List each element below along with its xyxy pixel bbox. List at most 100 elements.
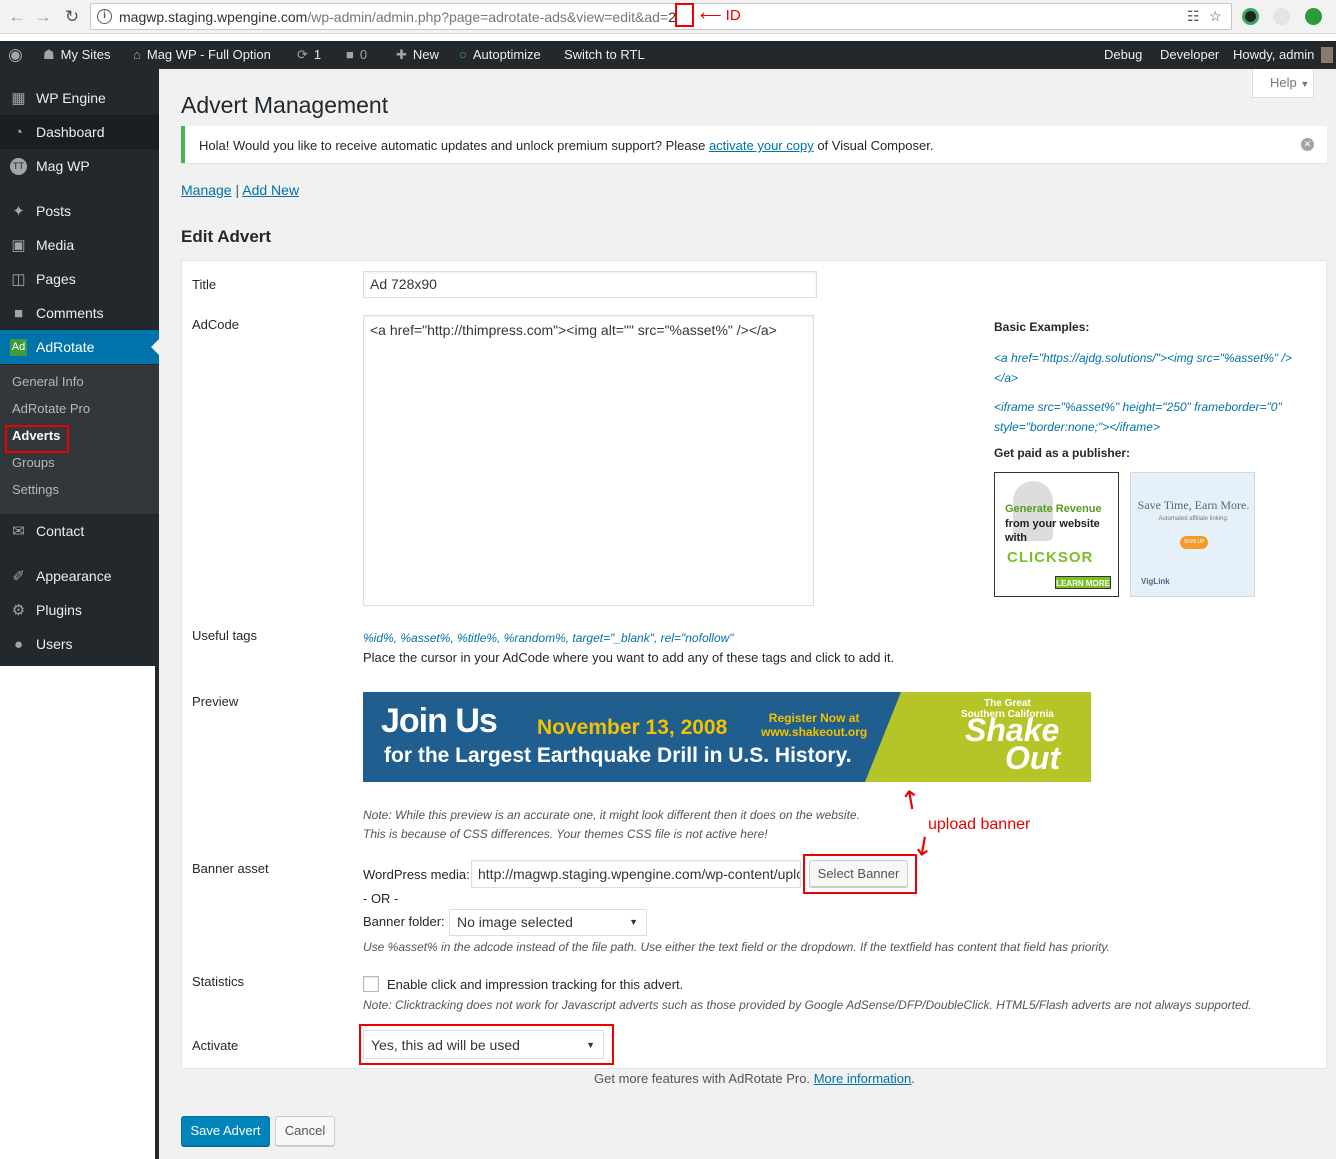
or-separator: - OR - bbox=[363, 891, 399, 906]
viglink-ad[interactable]: Save Time, Earn More. Automated affiliat… bbox=[1130, 472, 1255, 597]
get-paid-heading: Get paid as a publisher: bbox=[994, 446, 1131, 460]
activate-link[interactable]: activate your copy bbox=[709, 138, 814, 153]
plug-icon: ⚙ bbox=[11, 602, 26, 619]
useful-tags-label: Useful tags bbox=[192, 628, 258, 643]
cancel-button[interactable]: Cancel bbox=[275, 1116, 335, 1146]
sidebar-item-adrotate[interactable]: Ad AdRotate bbox=[0, 330, 159, 364]
example-code-2[interactable]: <iframe src="%asset%" height="250" frame… bbox=[994, 397, 1310, 437]
banner-folder-label: Banner folder: bbox=[363, 914, 445, 929]
debug-menu[interactable]: Debug bbox=[1104, 41, 1142, 69]
switch-rtl-link[interactable]: Switch to RTL bbox=[564, 41, 645, 69]
dashboard-icon: ◔ bbox=[13, 124, 24, 141]
sidebar-item-users[interactable]: ● Users bbox=[0, 627, 159, 661]
id-annotation: ⟵ ID bbox=[700, 7, 741, 24]
basic-examples-heading: Basic Examples: bbox=[994, 320, 1090, 334]
sidebar-item-wp-engine[interactable]: ▦ WP Engine bbox=[0, 81, 159, 115]
active-indicator-arrow bbox=[151, 339, 159, 355]
help-tab-button[interactable]: Help ▼ bbox=[1252, 69, 1314, 98]
browser-toolbar: ← → ↻ i magwp.staging.wpengine.com/wp-ad… bbox=[0, 0, 1336, 34]
wp-media-input[interactable]: http://magwp.staging.wpengine.com/wp-con… bbox=[471, 860, 801, 888]
sidebar-item-media[interactable]: ▣ Media bbox=[0, 228, 159, 262]
sidebar-item-contact[interactable]: ✉ Contact bbox=[0, 514, 159, 548]
updates-icon: ⟳ bbox=[297, 47, 308, 62]
updates-menu[interactable]: ⟳ 1 bbox=[297, 41, 321, 69]
banner-asset-label: Banner asset bbox=[192, 861, 269, 876]
clover-extension-icon[interactable] bbox=[1305, 8, 1322, 25]
title-label: Title bbox=[192, 277, 217, 292]
tracking-checkbox-label[interactable]: Enable click and impression tracking for… bbox=[387, 977, 683, 992]
comment-icon: ■ bbox=[13, 305, 24, 322]
submenu-settings[interactable]: Settings bbox=[12, 482, 59, 497]
autoptimize-menu[interactable]: ○ Autoptimize bbox=[459, 41, 541, 69]
extension-icon[interactable] bbox=[1242, 8, 1259, 25]
grid-icon: ▦ bbox=[11, 90, 26, 107]
useful-tags-list[interactable]: %id%, %asset%, %title%, %random%, target… bbox=[363, 631, 734, 645]
site-name-menu[interactable]: ⌂ Mag WP - Full Option bbox=[133, 41, 271, 69]
banner-folder-select[interactable]: No image selected ▼ bbox=[449, 909, 647, 936]
magwp-icon: TT bbox=[10, 158, 27, 175]
example-code-1[interactable]: <a href="https://ajdg.solutions/"><img s… bbox=[994, 348, 1310, 388]
media-icon: ▣ bbox=[11, 237, 26, 254]
plus-icon: ✚ bbox=[396, 47, 407, 62]
new-content-menu[interactable]: ✚ New bbox=[396, 41, 439, 69]
user-menu[interactable]: Howdy, admin bbox=[1233, 41, 1314, 69]
clicksor-ad[interactable]: Generate Revenue from your website with … bbox=[994, 472, 1119, 597]
extension-icon[interactable] bbox=[1273, 8, 1290, 25]
status-circle-icon: ○ bbox=[459, 47, 467, 62]
more-information-link[interactable]: More information bbox=[814, 1071, 912, 1086]
comments-menu[interactable]: ■ 0 bbox=[346, 41, 367, 69]
useful-tags-help: Place the cursor in your AdCode where yo… bbox=[363, 650, 895, 665]
brush-icon: ✐ bbox=[12, 568, 25, 585]
adcode-textarea[interactable]: <a href="http://thimpress.com"><img alt=… bbox=[363, 315, 814, 606]
sites-icon: ☗ bbox=[43, 47, 55, 62]
forward-arrow-icon[interactable]: → bbox=[32, 6, 54, 28]
dismiss-icon[interactable]: ✕ bbox=[1301, 138, 1314, 151]
preview-label: Preview bbox=[192, 694, 239, 709]
sidebar-item-mag-wp[interactable]: TT Mag WP bbox=[0, 149, 159, 183]
activate-highlight-box bbox=[359, 1024, 614, 1065]
id-highlight-box bbox=[675, 3, 694, 27]
tracking-note: Note: Clicktracking does not work for Ja… bbox=[363, 998, 1252, 1012]
back-arrow-icon[interactable]: ← bbox=[6, 6, 28, 28]
sidebar-item-pages[interactable]: ◫ Pages bbox=[0, 262, 159, 296]
admin-bar: ◉ ☗ My Sites ⌂ Mag WP - Full Option ⟳ 1 ■ 0 … bbox=[0, 41, 1336, 69]
star-icon[interactable]: ☆ bbox=[1209, 8, 1222, 25]
submenu-adrotate-pro[interactable]: AdRotate Pro bbox=[12, 401, 90, 416]
sidebar-item-comments[interactable]: ■ Comments bbox=[0, 296, 159, 330]
address-bar[interactable]: i magwp.staging.wpengine.com/wp-admin/ad… bbox=[90, 3, 1232, 30]
pin-icon: ✦ bbox=[12, 203, 25, 220]
submenu-general-info[interactable]: General Info bbox=[12, 374, 84, 389]
wp-media-label: WordPress media: bbox=[363, 867, 470, 882]
manage-link[interactable]: Manage bbox=[181, 182, 232, 198]
sidebar-item-posts[interactable]: ✦ Posts bbox=[0, 194, 159, 228]
caret-down-icon: ▼ bbox=[1300, 79, 1310, 89]
add-new-link[interactable]: Add New bbox=[242, 182, 299, 198]
pro-features-text: Get more features with AdRotate Pro. Mor… bbox=[594, 1071, 915, 1086]
notice-text: Hola! Would you like to receive automati… bbox=[199, 138, 934, 153]
sidebar-item-appearance[interactable]: ✐ Appearance bbox=[0, 559, 159, 593]
avatar[interactable] bbox=[1321, 47, 1333, 63]
preview-note-2: This is because of CSS differences. Your… bbox=[363, 827, 768, 841]
preview-banner-image: Join Us November 13, 2008 Register Now a… bbox=[363, 692, 1091, 782]
submenu-groups[interactable]: Groups bbox=[12, 455, 55, 470]
asset-help-text: Use %asset% in the adcode instead of the… bbox=[363, 940, 1110, 954]
save-advert-button[interactable]: Save Advert bbox=[181, 1116, 270, 1146]
tracking-checkbox[interactable] bbox=[363, 976, 379, 992]
wordpress-logo-icon[interactable]: ◉ bbox=[8, 41, 23, 69]
notice-banner: Hola! Would you like to receive automati… bbox=[181, 126, 1327, 163]
mail-icon: ✉ bbox=[12, 523, 25, 540]
my-sites-menu[interactable]: ☗ My Sites bbox=[43, 41, 111, 69]
sidebar-item-dashboard[interactable]: ◔ Dashboard bbox=[0, 115, 159, 149]
developer-menu[interactable]: Developer bbox=[1160, 41, 1219, 69]
translate-icon[interactable]: ☷ bbox=[1187, 8, 1200, 25]
preview-note-1: Note: While this preview is an accurate … bbox=[363, 808, 860, 822]
adcode-label: AdCode bbox=[192, 317, 239, 332]
adverts-highlight-box bbox=[5, 425, 69, 453]
reload-icon[interactable]: ↻ bbox=[61, 6, 83, 28]
activate-label: Activate bbox=[192, 1038, 239, 1053]
user-icon: ● bbox=[13, 636, 24, 653]
page-title: Advert Management bbox=[181, 92, 389, 118]
title-input[interactable]: Ad 728x90 bbox=[363, 271, 817, 298]
info-icon[interactable]: i bbox=[97, 9, 112, 24]
sidebar-item-plugins[interactable]: ⚙ Plugins bbox=[0, 593, 159, 627]
